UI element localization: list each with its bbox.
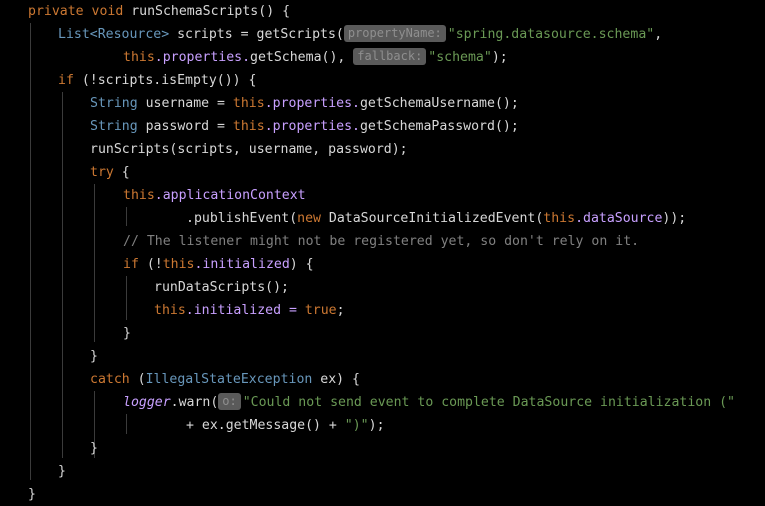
code-token: ) { [289, 257, 314, 272]
code-line[interactable]: } [90, 345, 98, 368]
code-token: .properties. [154, 50, 251, 65]
code-token: } [90, 441, 98, 456]
code-token: this [123, 50, 155, 65]
code-token: if [123, 257, 147, 272]
code-token: logger [123, 395, 171, 410]
code-line[interactable]: String username = this.properties.getSch… [90, 92, 519, 115]
code-line[interactable]: try { [90, 161, 130, 184]
code-token: List [58, 27, 90, 42]
code-token: ( [137, 372, 146, 387]
code-line[interactable]: // The listener might not be registered … [123, 230, 639, 253]
code-line[interactable]: } [123, 322, 131, 345]
code-token: getSchemaUsername(); [359, 96, 519, 111]
code-token: DataSourceInitializedEvent( [328, 211, 544, 226]
code-token: } [58, 464, 66, 479]
code-line[interactable]: this.applicationContext [123, 184, 306, 207]
code-line[interactable]: } [90, 437, 98, 460]
code-token: .dataSource [575, 211, 663, 226]
code-token: (! [146, 257, 163, 272]
code-token: ); [368, 418, 385, 433]
code-token: "spring.datasource.schema" [447, 27, 655, 42]
code-token: "Could not send event to complete DataSo… [242, 395, 735, 410]
code-token: } [123, 326, 131, 341]
indent-guide [126, 276, 127, 320]
code-token: "schema" [428, 50, 492, 65]
code-token: this [232, 119, 265, 134]
indent-guide [126, 207, 127, 226]
code-token: true [304, 303, 337, 318]
code-line[interactable]: runDataScripts(); [154, 276, 289, 299]
code-line[interactable]: private void runSchemaScripts() { [28, 0, 290, 23]
code-token: scripts = getScripts( [177, 27, 344, 42]
code-token: this [543, 211, 576, 226]
code-token: getMessage() + [225, 418, 345, 433]
code-token: this [232, 96, 265, 111]
code-line[interactable]: runScripts(scripts, username, password); [90, 138, 408, 161]
code-token: String [90, 96, 146, 111]
indent-guide [94, 184, 95, 342]
code-token: try [90, 165, 122, 180]
code-token: , [654, 27, 663, 42]
parameter-hint: o: [218, 393, 241, 410]
code-token: username = [145, 96, 233, 111]
code-token: <Resource> [89, 27, 178, 42]
indent-guide [62, 92, 63, 458]
code-editor[interactable]: private void runSchemaScripts() {List<Re… [0, 0, 765, 502]
code-token: ; [336, 303, 345, 318]
code-token: .initialized [194, 257, 290, 272]
code-token: runScripts(scripts, username, password); [90, 142, 408, 157]
code-token: runSchemaScripts() { [131, 4, 291, 19]
code-line[interactable]: logger.warn(o: "Could not send event to c… [123, 391, 735, 414]
parameter-hint: propertyName: [343, 25, 446, 42]
code-line[interactable]: this.properties.getSchema(), fallback: "s… [123, 46, 508, 69]
code-token: private void [28, 4, 132, 19]
code-line[interactable]: this.initialized = true; [154, 299, 345, 322]
code-line[interactable]: + ex.getMessage() + ")"); [186, 414, 385, 437]
code-line[interactable]: catch (IllegalStateException ex) { [90, 368, 360, 391]
code-token: (!scripts.isEmpty()) { [81, 73, 257, 88]
code-token: )); [662, 211, 687, 226]
code-token: new [297, 211, 329, 226]
code-line[interactable]: } [58, 460, 66, 483]
code-line[interactable]: if (!this.initialized) { [123, 253, 314, 276]
code-token: this [154, 303, 186, 318]
code-token: { [121, 165, 130, 180]
code-token: } [28, 487, 36, 502]
code-token: this [123, 188, 155, 203]
code-comment: // The listener might not be registered … [123, 234, 640, 249]
code-token: getSchemaPassword(); [359, 119, 519, 134]
parameter-hint: fallback: [353, 48, 427, 65]
code-line[interactable]: if (!scripts.isEmpty()) { [58, 69, 257, 92]
code-token: .publishEvent( [186, 211, 298, 226]
code-token: password = [145, 119, 233, 134]
code-line[interactable]: String password = this.properties.getSch… [90, 115, 519, 138]
code-token: } [90, 349, 98, 364]
code-token: if [58, 73, 82, 88]
code-token: IllegalStateException [145, 372, 321, 387]
indent-guide [30, 23, 31, 480]
code-token: .properties. [264, 119, 360, 134]
code-token: .warn( [170, 395, 219, 410]
code-token: + ex. [186, 418, 226, 433]
code-line[interactable]: .publishEvent(new DataSourceInitializedE… [186, 207, 686, 230]
code-token: catch [90, 372, 138, 387]
indent-guide [30, 23, 31, 46]
code-token: runDataScripts(); [154, 280, 289, 295]
code-line[interactable]: List<Resource> scripts = getScripts(prop… [58, 23, 662, 46]
code-token: this [162, 257, 195, 272]
code-token: .applicationContext [154, 188, 306, 203]
code-token: .initialized = [185, 303, 305, 318]
code-token: ")" [344, 418, 369, 433]
code-token: ex) { [320, 372, 360, 387]
code-token: .properties. [264, 96, 360, 111]
indent-guide [126, 414, 127, 434]
code-token: String [90, 119, 146, 134]
code-token: ); [491, 50, 508, 65]
code-line[interactable]: } [28, 483, 36, 506]
code-token: getSchema(), [250, 50, 354, 65]
